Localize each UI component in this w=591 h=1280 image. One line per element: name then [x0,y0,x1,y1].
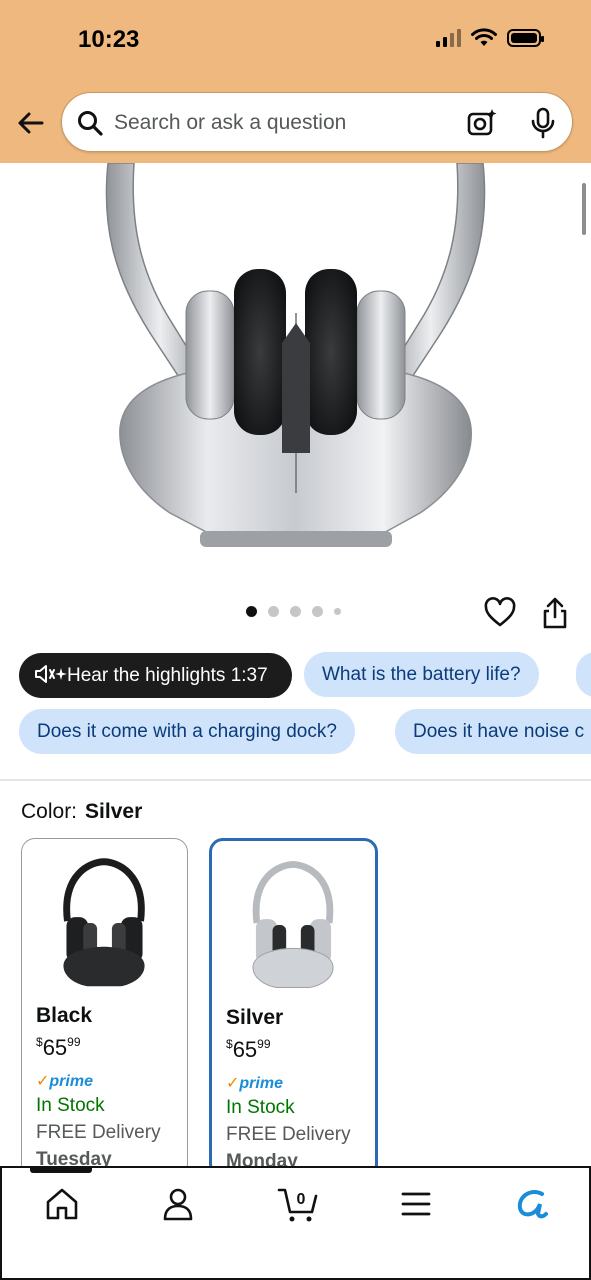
product-page: 10:23 Search or ask a question Hear the … [0,0,591,1280]
chip-label: Does it have noise c [413,721,585,742]
product-image[interactable] [0,163,591,583]
color-label: Color: [21,800,78,823]
color-variant-black[interactable]: Black $6599 ✓prime In Stock FREE Deliver… [21,838,188,1178]
speaker-sparkle-icon [35,665,67,684]
bottom-navigation: 0 [0,1166,591,1280]
question-chip[interactable]: Does it have noise c [395,709,591,754]
share-icon[interactable] [540,596,570,630]
pagination-dot[interactable] [268,606,279,617]
search-box[interactable] [61,92,573,152]
pagination-dot[interactable] [334,608,341,615]
question-chip[interactable]: Does it come with a charging dock? [19,709,355,754]
home-icon[interactable] [42,1184,82,1224]
stock-status: In Stock [36,1095,105,1116]
pagination-dot[interactable] [246,606,257,617]
prime-badge: ✓prime [36,1073,93,1090]
signal-icon [436,29,461,47]
question-chip[interactable]: What is the battery life? [304,652,539,697]
search-input[interactable] [114,107,454,139]
variant-price: $6599 [36,1035,81,1060]
image-pagination[interactable] [246,606,341,617]
chip-label: Does it come with a charging dock? [37,721,337,742]
color-variant-silver[interactable]: Silver $6599 ✓prime In Stock FREE Delive… [209,838,378,1178]
wifi-icon [471,28,497,46]
back-arrow-icon[interactable] [14,106,48,140]
scrollbar[interactable] [582,183,586,235]
cart-count: 0 [297,1191,306,1208]
account-icon[interactable] [158,1184,198,1224]
section-divider [0,779,591,781]
camera-lens-icon[interactable] [466,107,498,139]
search-icon [78,111,103,136]
pagination-dot[interactable] [312,606,323,617]
variant-thumbnail [252,861,334,988]
chip-label: Hear the highlights 1:37 [67,665,268,686]
menu-icon[interactable] [396,1184,436,1224]
cart-icon[interactable]: 0 [276,1184,322,1224]
stock-status: In Stock [226,1097,295,1118]
delivery-label: FREE Delivery [36,1122,161,1143]
variant-name: Silver [226,1006,284,1029]
active-tab-indicator [30,1168,92,1173]
question-chip[interactable] [576,652,591,697]
status-time: 10:23 [78,26,140,53]
battery-icon [507,29,544,47]
microphone-icon[interactable] [528,107,558,139]
prime-badge: ✓prime [226,1075,283,1092]
hear-highlights-chip[interactable]: Hear the highlights 1:37 [19,653,292,698]
selected-color: Silver [85,800,143,823]
delivery-label: FREE Delivery [226,1124,351,1145]
heart-icon[interactable] [483,597,517,629]
status-icons [436,28,544,48]
header: 10:23 [0,0,591,163]
color-selector-label: Color: Silver [21,800,142,824]
chip-label: What is the battery life? [322,664,521,685]
variant-price: $6599 [226,1037,271,1062]
variant-name: Black [36,1004,93,1027]
variant-thumbnail [63,858,145,987]
rufus-icon[interactable] [512,1184,552,1224]
pagination-dot[interactable] [290,606,301,617]
